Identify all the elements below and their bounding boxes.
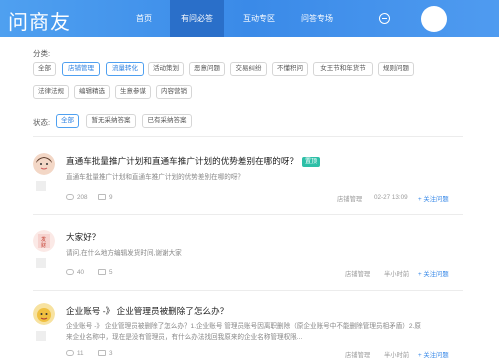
category-tag-all[interactable]: 全部: [33, 62, 56, 76]
username-placeholder: [36, 181, 46, 191]
question-title[interactable]: 大家好？: [66, 231, 100, 243]
question-category[interactable]: 店铺管理: [345, 350, 370, 359]
question-time: 半小时前: [384, 352, 410, 359]
question-time: 半小时前: [384, 271, 410, 278]
category-tag-points[interactable]: 不懂积问: [272, 62, 308, 76]
eye-icon: [66, 269, 74, 275]
question-summary: 直通车批量推广计划和直通车推广计划的优势差别在哪的呀？: [66, 174, 245, 181]
svg-text:财: 财: [41, 242, 46, 249]
question-summary: 请问,在什么地方编辑发货时间,谢谢大家: [66, 250, 182, 257]
svg-text:发: 发: [41, 236, 46, 243]
eye-icon: [66, 350, 74, 356]
comment-count: 5: [98, 269, 113, 276]
view-count: 40: [66, 269, 84, 276]
status-tag-answered[interactable]: 已有采纳答案: [142, 114, 192, 128]
avatar[interactable]: [33, 303, 55, 325]
category-tag-festival[interactable]: 女王节和年货节: [313, 62, 373, 76]
comment-icon: [98, 350, 106, 356]
category-tag-event[interactable]: 活动策划: [148, 62, 184, 76]
category-tag-content[interactable]: 内容营销: [156, 85, 192, 99]
status-tag-unanswered[interactable]: 暂无采纳答案: [86, 114, 136, 128]
eye-icon: [66, 194, 74, 200]
nav-interaction[interactable]: 互动专区: [232, 0, 286, 37]
user-avatar[interactable]: [421, 6, 447, 32]
site-logo[interactable]: 问商友: [8, 6, 71, 35]
follow-question-button[interactable]: + 关注问题: [418, 269, 449, 278]
category-tag-malicious[interactable]: 恶意问题: [189, 62, 225, 76]
nav-qa[interactable]: 有问必答: [170, 0, 224, 37]
username-placeholder: [36, 258, 46, 268]
nav-home[interactable]: 首页: [124, 0, 164, 37]
category-tag-rules[interactable]: 规则问题: [378, 62, 414, 76]
comment-icon: [98, 194, 106, 200]
category-tag-law[interactable]: 法律法规: [33, 85, 69, 99]
category-tag-traffic[interactable]: 流量转化: [106, 62, 144, 76]
question-category[interactable]: 店铺管理: [345, 269, 370, 278]
status-label: 状态:: [33, 118, 51, 127]
avatar[interactable]: 发 财: [33, 230, 55, 252]
filter-divider: [33, 136, 463, 137]
question-summary: 企业账号 -》 企业管理员被删除了怎么办？1.企业账号 管理员账号因离职删除（原…: [66, 323, 421, 341]
question-divider: [33, 290, 463, 291]
username-placeholder: [36, 331, 46, 341]
follow-question-button[interactable]: + 关注问题: [418, 350, 449, 359]
pinned-badge: 置顶: [302, 157, 321, 167]
avatar[interactable]: [33, 153, 55, 175]
comment-icon: [98, 269, 106, 275]
question-category[interactable]: 店铺管理: [337, 194, 362, 203]
question-divider: [33, 214, 463, 215]
category-tag-dispute[interactable]: 交易纠纷: [230, 62, 267, 76]
comment-count: 9: [98, 194, 113, 201]
question-title[interactable]: 企业账号 -》 企业管理员被删除了怎么办？: [66, 305, 228, 317]
category-tag-shop[interactable]: 店铺管理: [62, 62, 100, 76]
comment-count: 3: [98, 350, 113, 357]
view-count: 208: [66, 194, 88, 201]
question-title[interactable]: 直通车批量推广计划和直通车推广计划的优势差别在哪的呀？ 置顶: [66, 155, 321, 167]
category-tag-insight[interactable]: 生意参谋: [115, 85, 151, 99]
status-tag-all[interactable]: 全部: [56, 114, 79, 128]
nav-qa-special[interactable]: 问答专场: [290, 0, 344, 37]
view-count: 11: [66, 350, 84, 357]
category-tag-editor[interactable]: 编辑精选: [74, 85, 110, 99]
question-time: 02-27 13:09: [374, 194, 408, 201]
category-label: 分类:: [33, 49, 51, 58]
top-nav-bar: 问商友 首页 有问必答 互动专区 问答专场: [0, 0, 499, 37]
follow-question-button[interactable]: + 关注问题: [418, 194, 449, 203]
notification-icon[interactable]: [379, 13, 390, 24]
